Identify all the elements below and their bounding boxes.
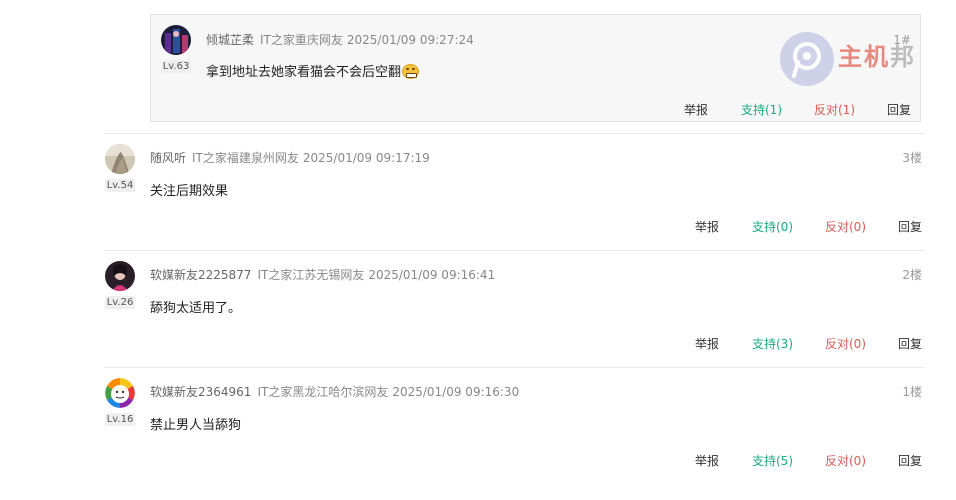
- comment-meta: 软媒新友2225877 IT之家江苏无锡网友 2025/01/09 09:16:41: [150, 267, 495, 283]
- oppose-button[interactable]: 反对(0): [825, 336, 866, 352]
- comment-time: 2025/01/09 09:16:41: [368, 268, 496, 282]
- report-button[interactable]: 举报: [695, 219, 719, 235]
- support-button[interactable]: 支持(5): [752, 453, 793, 469]
- user-location: IT之家重庆网友: [260, 33, 343, 47]
- watermark-text: 主机邦: [838, 42, 916, 71]
- avatar[interactable]: [105, 261, 135, 291]
- reply-button[interactable]: 回复: [898, 336, 922, 352]
- floor-number: 1楼: [902, 385, 922, 399]
- report-button[interactable]: 举报: [695, 336, 719, 352]
- report-button[interactable]: 举报: [695, 453, 719, 469]
- user-location: IT之家江苏无锡网友: [257, 268, 365, 282]
- level-badge: Lv.63: [161, 60, 191, 73]
- comment-content: 关注后期效果: [150, 184, 229, 199]
- user-location: IT之家黑龙江哈尔滨网友: [257, 385, 389, 399]
- watermark-circle-icon: [780, 32, 834, 86]
- comment-content: 拿到地址去她家看猫会不会后空翻: [206, 64, 420, 82]
- comment-meta: 随风听 IT之家福建泉州网友 2025/01/09 09:17:19: [150, 150, 430, 166]
- grimace-emoji-icon: [402, 64, 420, 79]
- reply-button[interactable]: 回复: [887, 102, 911, 118]
- comment-time: 2025/01/09 09:16:30: [392, 385, 520, 399]
- comment-time: 2025/01/09 09:27:24: [346, 33, 474, 47]
- level-badge: Lv.54: [105, 179, 135, 192]
- support-button[interactable]: 支持(3): [752, 336, 793, 352]
- oppose-button[interactable]: 反对(1): [814, 102, 855, 118]
- username-link[interactable]: 随风听: [150, 151, 186, 165]
- comment-content: 舔狗太适用了。: [150, 301, 242, 316]
- reply-button[interactable]: 回复: [898, 453, 922, 469]
- report-button[interactable]: 举报: [684, 102, 708, 118]
- username-link[interactable]: 软媒新友2225877: [150, 268, 251, 282]
- divider: [104, 367, 925, 368]
- comment-time: 2025/01/09 09:17:19: [302, 151, 430, 165]
- oppose-button[interactable]: 反对(0): [825, 453, 866, 469]
- level-badge: Lv.16: [105, 413, 135, 426]
- divider: [104, 133, 925, 134]
- avatar[interactable]: [105, 144, 135, 174]
- level-badge: Lv.26: [105, 296, 135, 309]
- support-button[interactable]: 支持(0): [752, 219, 793, 235]
- avatar[interactable]: [105, 378, 135, 408]
- floor-number: 2楼: [902, 268, 922, 282]
- reply-button[interactable]: 回复: [898, 219, 922, 235]
- avatar[interactable]: [161, 25, 191, 55]
- username-link[interactable]: 倾城芷柔: [206, 33, 254, 47]
- username-link[interactable]: 软媒新友2364961: [150, 385, 251, 399]
- oppose-button[interactable]: 反对(0): [825, 219, 866, 235]
- divider: [104, 250, 925, 251]
- user-location: IT之家福建泉州网友: [192, 151, 299, 165]
- watermark-logo: 主机邦: [778, 30, 928, 90]
- floor-number: 3楼: [902, 151, 922, 165]
- support-button[interactable]: 支持(1): [741, 102, 782, 118]
- comment-content: 禁止男人当舔狗: [150, 418, 242, 433]
- comment-meta: 倾城芷柔 IT之家重庆网友 2025/01/09 09:27:24: [206, 32, 474, 48]
- comment-meta: 软媒新友2364961 IT之家黑龙江哈尔滨网友 2025/01/09 09:16:…: [150, 384, 519, 400]
